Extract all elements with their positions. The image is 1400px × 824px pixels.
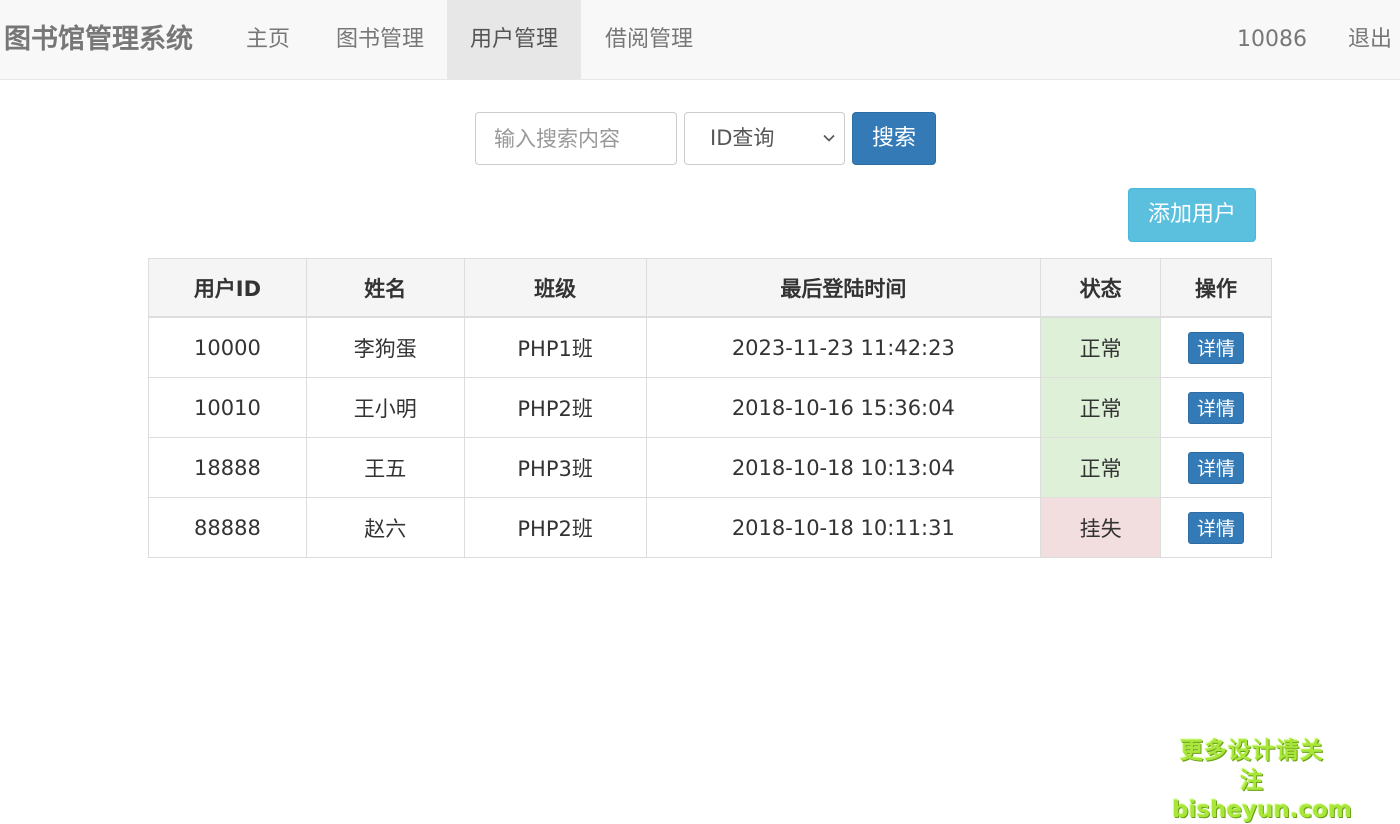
users-table: 用户ID 姓名 班级 最后登陆时间 状态 操作 10000 李狗蛋 PHP1班 … <box>148 258 1272 558</box>
column-header-class: 班级 <box>463 258 647 318</box>
nav-item-home[interactable]: 主页 <box>230 0 306 79</box>
nav-item-books[interactable]: 图书管理 <box>318 0 442 79</box>
cell-status: 正常 <box>1040 316 1162 378</box>
cell-actions: 详情 <box>1160 316 1272 378</box>
search-button[interactable]: 搜索 <box>852 112 936 165</box>
search-type-value: ID查询 <box>710 126 775 150</box>
logout-link[interactable]: 退出 <box>1340 0 1400 79</box>
cell-name: 王小明 <box>305 377 465 438</box>
cell-last-login: 2018-10-18 10:13:04 <box>645 437 1042 498</box>
detail-button[interactable]: 详情 <box>1188 331 1245 364</box>
column-header-actions: 操作 <box>1160 258 1272 318</box>
detail-button[interactable]: 详情 <box>1188 391 1245 424</box>
nav-item-borrowing[interactable]: 借阅管理 <box>587 0 711 79</box>
column-header-status: 状态 <box>1040 258 1162 318</box>
cell-status: 正常 <box>1040 377 1162 438</box>
search-type-select[interactable]: ID查询 <box>684 112 845 165</box>
cell-status: 正常 <box>1040 437 1162 498</box>
detail-button[interactable]: 详情 <box>1188 511 1245 544</box>
add-user-button[interactable]: 添加用户 <box>1128 188 1256 242</box>
cell-name: 赵六 <box>305 497 465 558</box>
cell-class: PHP2班 <box>463 377 647 438</box>
cell-user-id: 88888 <box>148 497 307 558</box>
chevron-down-icon <box>823 134 835 142</box>
cell-status: 挂失 <box>1040 497 1162 558</box>
cell-name: 王五 <box>305 437 465 498</box>
table-row: 88888 赵六 PHP2班 2018-10-18 10:11:31 挂失 详情 <box>148 497 1272 558</box>
cell-user-id: 10010 <box>148 377 307 438</box>
cell-user-id: 18888 <box>148 437 307 498</box>
column-header-last-login: 最后登陆时间 <box>645 258 1042 318</box>
nav-item-users[interactable]: 用户管理 <box>447 0 581 79</box>
cell-last-login: 2018-10-18 10:11:31 <box>645 497 1042 558</box>
table-row: 18888 王五 PHP3班 2018-10-18 10:13:04 正常 详情 <box>148 437 1272 498</box>
cell-actions: 详情 <box>1160 377 1272 438</box>
current-user-id[interactable]: 10086 <box>1232 0 1312 79</box>
cell-last-login: 2023-11-23 11:42:23 <box>645 316 1042 378</box>
cell-last-login: 2018-10-16 15:36:04 <box>645 377 1042 438</box>
cell-class: PHP3班 <box>463 437 647 498</box>
cell-class: PHP1班 <box>463 316 647 378</box>
watermark: 更多设计请关注 bisheyun.com <box>1172 736 1352 824</box>
table-header-row: 用户ID 姓名 班级 最后登陆时间 状态 操作 <box>148 258 1272 318</box>
search-input[interactable] <box>475 112 677 165</box>
watermark-line1: 更多设计请关注 <box>1180 738 1324 794</box>
table-row: 10010 王小明 PHP2班 2018-10-16 15:36:04 正常 详… <box>148 377 1272 438</box>
cell-class: PHP2班 <box>463 497 647 558</box>
top-navbar: 图书馆管理系统 主页 图书管理 用户管理 借阅管理 10086 退出 <box>0 0 1400 80</box>
detail-button[interactable]: 详情 <box>1188 451 1245 484</box>
watermark-line2: bisheyun.com <box>1172 797 1352 823</box>
column-header-name: 姓名 <box>305 258 465 318</box>
table-row: 10000 李狗蛋 PHP1班 2023-11-23 11:42:23 正常 详… <box>148 316 1272 378</box>
column-header-user-id: 用户ID <box>148 258 307 318</box>
cell-name: 李狗蛋 <box>305 316 465 378</box>
cell-actions: 详情 <box>1160 497 1272 558</box>
cell-actions: 详情 <box>1160 437 1272 498</box>
cell-user-id: 10000 <box>148 316 307 378</box>
app-title[interactable]: 图书馆管理系统 <box>4 0 193 79</box>
